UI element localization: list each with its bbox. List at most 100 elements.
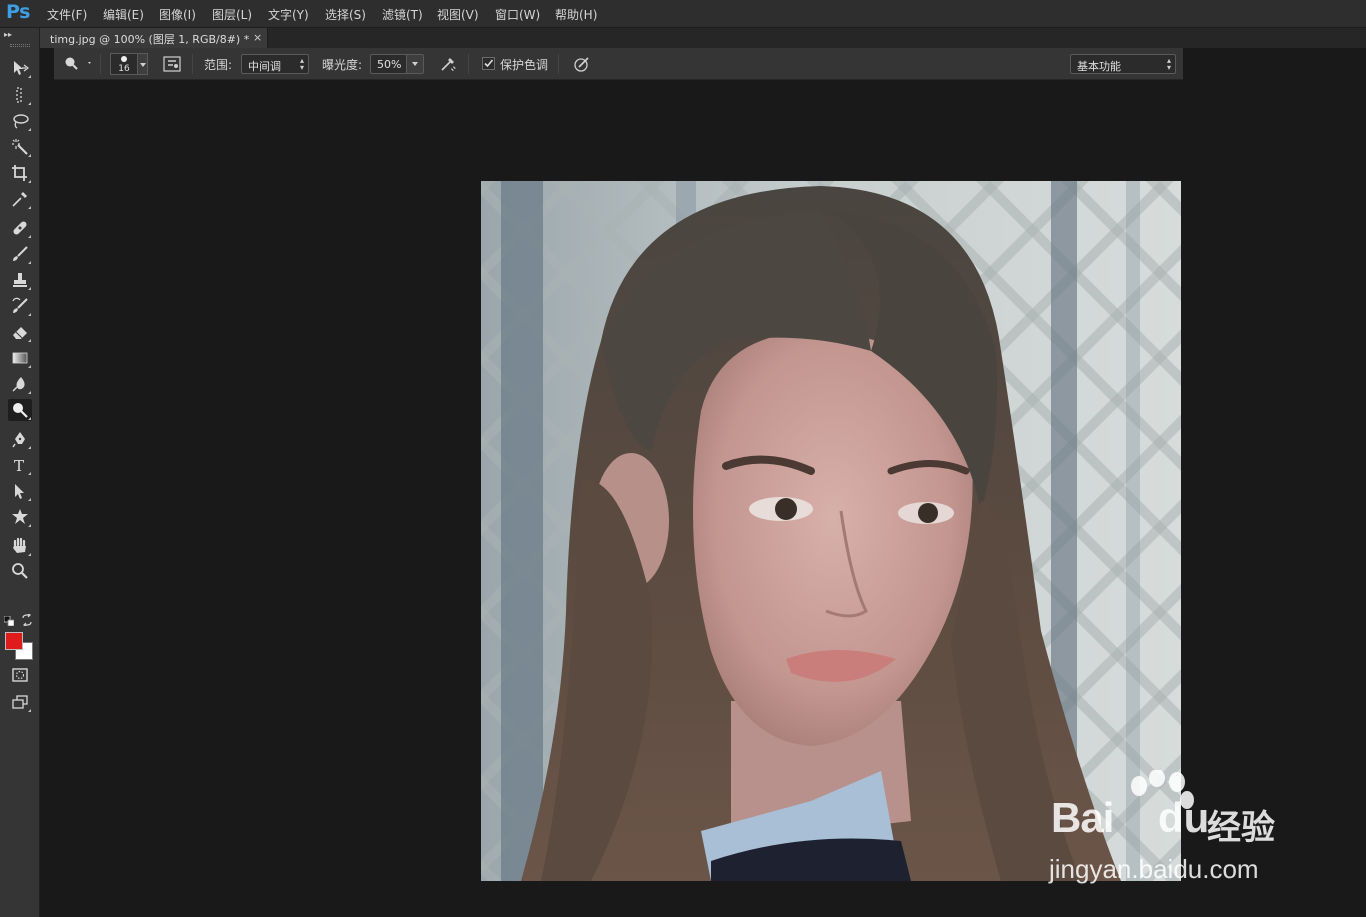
stamp-icon [13,273,27,287]
quick-mask-icon [12,668,28,682]
watermark-bai: Bai [1051,794,1114,841]
shape-icon [12,509,28,524]
exposure-value: 50% [377,58,402,71]
type-icon: T [14,457,24,474]
drop-icon [12,377,25,392]
protect-tones-checkbox[interactable] [482,57,495,70]
watermark-jingyan: 经验 [1207,808,1275,848]
menu-item[interactable]: 文字(Y) [268,6,309,23]
screen-mode-icon [12,695,28,709]
brush-size-value: 16 [118,64,130,74]
eyedropper-tool[interactable] [8,188,32,210]
zoom-icon [12,563,28,579]
select-arrows-icon: ▴ ▾ [299,56,304,72]
move-icon [14,61,29,75]
path-selection-tool[interactable] [8,480,32,502]
lasso-icon [13,114,29,129]
document-tab-title: timg.jpg @ 100% (图层 1, RGB/8#) * [50,33,250,46]
brush-dot-icon [121,56,127,62]
tool-preset-picker[interactable] [60,54,94,74]
blur-tool[interactable] [8,373,32,395]
history-brush-tool[interactable] [8,295,32,317]
foreground-color-swatch[interactable] [5,632,23,650]
screen-mode-button[interactable] [8,691,32,713]
hand-icon [13,537,26,553]
menu-item[interactable]: 选择(S) [325,6,366,23]
default-colors-icon[interactable] [4,616,14,626]
select-arrows-icon: ▴ ▾ [1166,56,1171,72]
photoshop-window: Ps 文件(F) 编辑(E) 图像(I) 图层(L) 文字(Y) 选择(S) 滤镜(T) 视图… [0,0,1366,917]
range-select[interactable]: 中间调 ▴ ▾ [241,54,309,74]
checkmark-icon [484,59,494,68]
pen-tool[interactable] [8,428,32,450]
path-selection-icon [15,484,24,499]
toolbox: ▸▸ T [0,28,40,917]
crop-tool[interactable] [8,162,32,184]
history-brush-icon [12,297,28,313]
svg-text:T: T [14,457,24,474]
menu-item[interactable]: 帮助(H) [555,6,597,23]
brush-panel-icon [163,56,181,72]
dodge-icon [65,57,91,70]
document-tab[interactable]: timg.jpg @ 100% (图层 1, RGB/8#) * × [40,28,268,48]
zoom-tool[interactable] [8,560,32,582]
airbrush-button[interactable] [438,54,458,74]
range-value: 中间调 [248,60,281,73]
menu-item[interactable]: 图层(L) [212,6,252,23]
watermark-url: jingyan.baidu.com [1049,854,1259,884]
brush-icon [13,246,28,261]
move-tool[interactable] [8,57,32,79]
brush-panel-button[interactable] [162,54,182,74]
type-tool[interactable]: T [8,454,32,476]
document-tab-bar: timg.jpg @ 100% (图层 1, RGB/8#) * × [40,28,1366,48]
toolbox-grip[interactable] [10,44,30,47]
range-label: 范围: [204,58,233,72]
menu-item[interactable]: 编辑(E) [103,6,144,23]
gradient-icon [12,352,28,364]
protect-tones-label: 保护色调 [500,58,549,72]
menu-item[interactable]: 窗口(W) [495,6,540,23]
gradient-tool[interactable] [8,347,32,369]
brush-size-preview: 16 [110,53,138,75]
collapse-panel-icon[interactable]: ▸▸ [4,30,12,39]
airbrush-icon [441,58,456,72]
watermark-du: du [1158,794,1210,841]
pressure-size-button[interactable] [572,54,592,74]
dodge-tool[interactable] [8,399,32,421]
menu-item[interactable]: 滤镜(T) [382,6,423,23]
hand-tool[interactable] [8,535,32,557]
exposure-label: 曝光度: [322,58,363,72]
marquee-tool[interactable] [8,84,32,106]
exposure-slider-toggle[interactable] [406,55,423,73]
baidu-jingyan-watermark: Bai du 经验 jingyan.baidu.com [1045,770,1295,890]
magic-wand-icon [12,139,28,155]
chevron-down-icon [138,53,148,75]
custom-shape-tool[interactable] [8,506,32,528]
eraser-tool[interactable] [8,321,32,343]
brush-tool[interactable] [8,243,32,265]
menu-item[interactable]: 视图(V) [437,6,479,23]
menu-item[interactable]: 文件(F) [47,6,87,23]
close-icon[interactable]: × [253,31,262,44]
options-bar: 16 范围: 中间调 ▴ ▾ 曝光度: 50% 保护色调 基本功能 ▴ ▾ [54,48,1183,80]
crop-icon [12,165,27,181]
quick-mask-button[interactable] [8,664,32,686]
pressure-pen-icon [574,57,589,72]
menu-bar: Ps 文件(F) 编辑(E) 图像(I) 图层(L) 文字(Y) 选择(S) 滤镜(T) 视图… [0,0,1366,28]
dodge-icon [13,403,28,418]
photoshop-logo: Ps [6,1,30,23]
workspace-switcher[interactable]: 基本功能 ▴ ▾ [1070,54,1176,74]
lasso-tool[interactable] [8,110,32,132]
brush-preset-picker[interactable]: 16 [110,53,148,75]
bandage-icon [13,221,27,235]
eraser-icon [13,327,27,339]
eyedropper-icon [12,192,27,207]
menu-item[interactable]: 图像(I) [159,6,196,23]
clone-stamp-tool[interactable] [8,269,32,291]
rectangular-marquee-icon [16,87,22,103]
pen-icon [12,432,25,448]
swap-colors-icon[interactable] [21,614,33,626]
magic-wand-tool[interactable] [8,136,32,158]
workspace-value: 基本功能 [1077,60,1121,73]
healing-brush-tool[interactable] [8,217,32,239]
